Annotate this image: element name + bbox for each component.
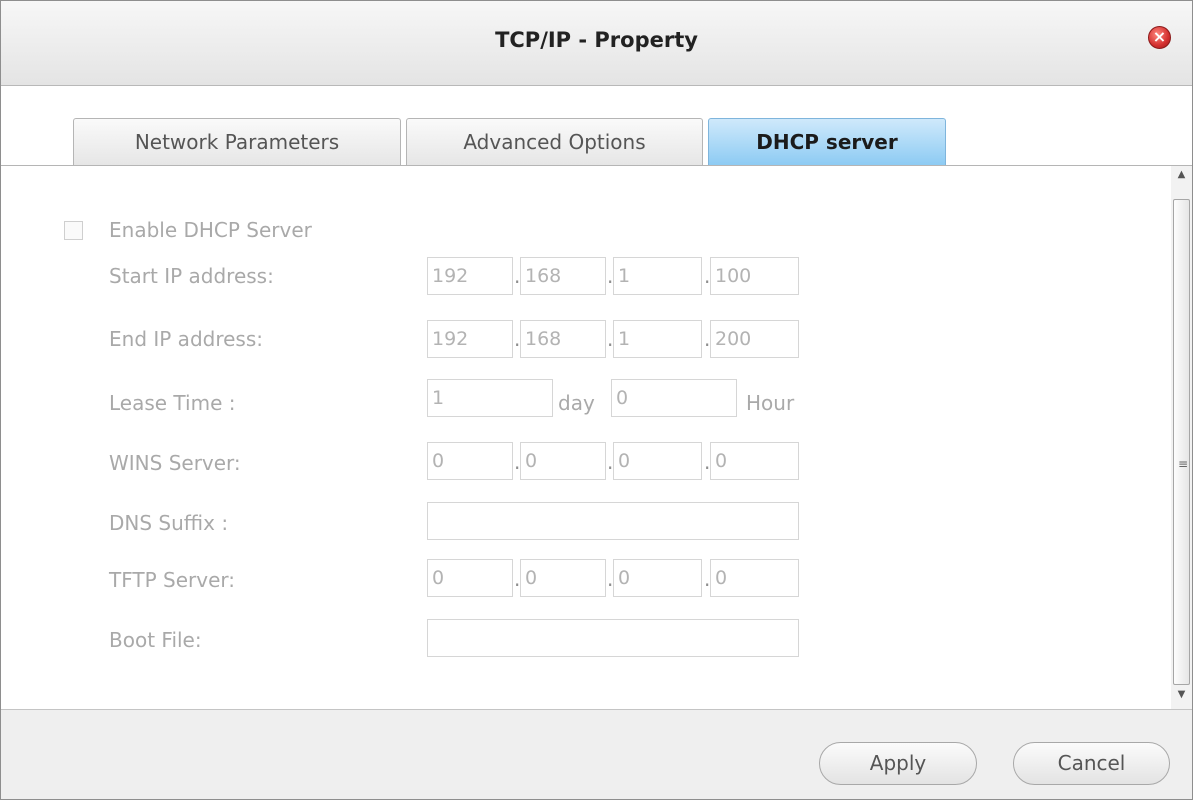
enable-dhcp-checkbox[interactable]: [64, 221, 83, 240]
lease-days-input[interactable]: 1: [427, 379, 553, 417]
boot-file-input[interactable]: [427, 619, 799, 657]
vertical-scrollbar[interactable]: ▲ ≡ ▼: [1171, 166, 1192, 709]
enable-dhcp-label: Enable DHCP Server: [109, 218, 312, 242]
apply-button[interactable]: Apply: [819, 742, 977, 785]
close-icon[interactable]: ×: [1148, 26, 1171, 49]
end-ip-octet-3[interactable]: 1: [613, 320, 702, 358]
scroll-up-icon[interactable]: ▲: [1171, 166, 1192, 184]
wins-octet-3[interactable]: 0: [613, 442, 702, 480]
lease-hour-unit: Hour: [746, 391, 795, 415]
scroll-down-icon[interactable]: ▼: [1171, 686, 1192, 704]
tftp-octet-2[interactable]: 0: [520, 559, 606, 597]
boot-file-label: Boot File:: [109, 628, 202, 652]
start-ip-label: Start IP address:: [109, 264, 274, 288]
start-ip-octet-3[interactable]: 1: [613, 257, 702, 295]
tab-advanced-options[interactable]: Advanced Options: [406, 118, 703, 165]
start-ip-octet-2[interactable]: 168: [520, 257, 606, 295]
tftp-octet-3[interactable]: 0: [613, 559, 702, 597]
cancel-button[interactable]: Cancel: [1013, 742, 1170, 785]
wins-server-label: WINS Server:: [109, 451, 241, 475]
dns-suffix-input[interactable]: [427, 502, 799, 540]
end-ip-label: End IP address:: [109, 327, 263, 351]
wins-octet-2[interactable]: 0: [520, 442, 606, 480]
tab-dhcp-server[interactable]: DHCP server: [708, 118, 946, 165]
lease-hours-input[interactable]: 0: [611, 379, 737, 417]
tftp-octet-1[interactable]: 0: [427, 559, 513, 597]
lease-day-unit: day: [558, 391, 595, 415]
tftp-server-label: TFTP Server:: [109, 568, 235, 592]
wins-octet-1[interactable]: 0: [427, 442, 513, 480]
grip-icon: ≡: [1178, 457, 1189, 471]
wins-octet-4[interactable]: 0: [710, 442, 799, 480]
tab-network-parameters[interactable]: Network Parameters: [73, 118, 401, 165]
tftp-octet-4[interactable]: 0: [710, 559, 799, 597]
end-ip-octet-2[interactable]: 168: [520, 320, 606, 358]
scrollbar-thumb[interactable]: ≡: [1173, 199, 1190, 685]
title-bar: TCP/IP - Property ×: [1, 1, 1192, 86]
start-ip-octet-1[interactable]: 192: [427, 257, 513, 295]
dialog-title: TCP/IP - Property: [495, 28, 698, 52]
end-ip-octet-4[interactable]: 200: [710, 320, 799, 358]
end-ip-octet-1[interactable]: 192: [427, 320, 513, 358]
tcpip-property-dialog: TCP/IP - Property × Network Parameters A…: [0, 0, 1193, 800]
start-ip-octet-4[interactable]: 100: [710, 257, 799, 295]
dns-suffix-label: DNS Suffix :: [109, 511, 229, 535]
lease-time-label: Lease Time :: [109, 391, 236, 415]
dialog-footer: Apply Cancel: [1, 709, 1192, 799]
